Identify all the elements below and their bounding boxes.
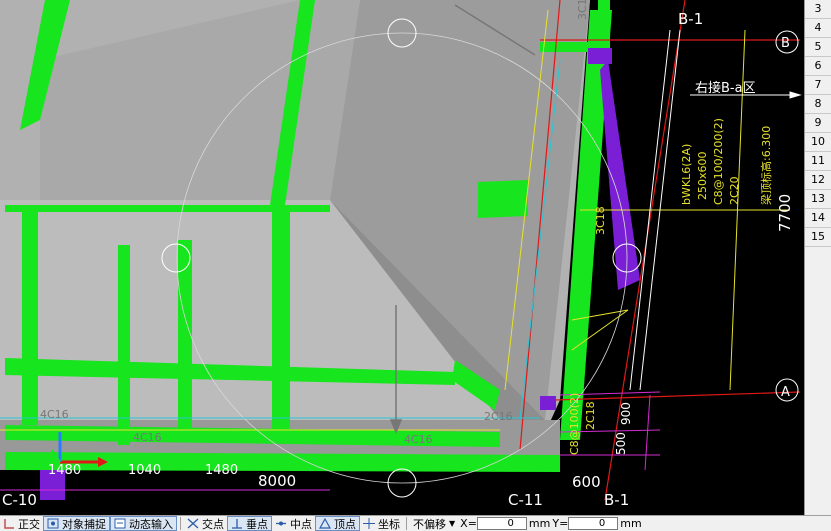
beam-label-4: 2C20	[728, 176, 741, 205]
midpoint-icon	[275, 518, 287, 529]
row-number[interactable]: 9	[805, 114, 831, 133]
axis-a-bubble: A	[781, 385, 790, 400]
midpoint-snap[interactable]: 中点	[272, 516, 315, 531]
y-unit: mm	[620, 517, 642, 530]
ortho-label: 正交	[18, 517, 40, 531]
dynamic-input-label: 动态输入	[129, 517, 173, 531]
dynamic-input-toggle[interactable]: 动态输入	[110, 516, 177, 531]
dim-1040: 1040	[128, 463, 161, 478]
x-coordinate-input[interactable]	[476, 517, 527, 530]
dim-900: 900	[619, 402, 633, 425]
object-snap-toggle[interactable]: 对象捕捉	[43, 516, 110, 531]
status-bar: 正交 对象捕捉 动态输入 交点 垂点 中点 顶点 坐标 不偏移 ▼ X= 0 m…	[0, 515, 831, 531]
rebar-3c18-top: 3C18	[576, 0, 589, 20]
rebar-3c18-mid: 3C18	[594, 206, 607, 235]
axis-b1-top: B-1	[678, 10, 703, 28]
row-number[interactable]: 8	[805, 95, 831, 114]
row-number[interactable]: 10	[805, 133, 831, 152]
row-number[interactable]: 7	[805, 76, 831, 95]
coordinate-icon	[363, 518, 375, 529]
rebar-4c16-a: 4C16	[40, 408, 69, 421]
rebar-2c18: 2C18	[584, 401, 597, 430]
y-coordinate-input[interactable]	[568, 517, 619, 530]
rebar-stirrup: C8@100(2)	[568, 393, 581, 455]
connect-note: 右接B-a区	[695, 80, 756, 96]
x-unit: mm	[528, 517, 551, 530]
dynamic-input-icon	[114, 518, 126, 529]
beam-label-1: bWKL6(2A)	[680, 144, 693, 205]
dim-8000: 8000	[258, 472, 296, 490]
perpendicular-icon	[231, 518, 243, 529]
row-number[interactable]: 11	[805, 152, 831, 171]
model-canvas[interactable]: B-1 B A B-1 C-11 C-10 右接B-a区 7700 8000 6…	[0, 0, 804, 515]
3d-model-viewport[interactable]: B-1 B A B-1 C-11 C-10 右接B-a区 7700 8000 6…	[0, 0, 804, 515]
vertex-label: 顶点	[334, 517, 356, 531]
cad-application: B-1 B A B-1 C-11 C-10 右接B-a区 7700 8000 6…	[0, 0, 831, 531]
row-number[interactable]: 14	[805, 209, 831, 228]
dim-500: 500	[614, 432, 628, 455]
coordinate-label: 坐标	[378, 517, 400, 531]
intersection-label: 交点	[202, 517, 224, 531]
row-number[interactable]: 13	[805, 190, 831, 209]
intersection-icon	[187, 518, 199, 529]
rebar-4c16-b: 4C16	[133, 431, 162, 444]
axis-b1-bottom: B-1	[604, 491, 629, 509]
ortho-icon	[3, 518, 15, 529]
vertex-icon	[318, 517, 332, 529]
beam-elevation: 梁顶标高:6.300	[759, 126, 773, 205]
offset-value: 不偏移	[413, 517, 446, 531]
perpendicular-label: 垂点	[246, 517, 268, 531]
dim-1480-a: 1480	[48, 463, 81, 478]
row-number[interactable]: 3	[805, 0, 831, 19]
vertex-snap[interactable]: 顶点	[315, 516, 360, 531]
row-number[interactable]: 15	[805, 228, 831, 247]
snap-label: 对象捕捉	[62, 517, 106, 531]
midpoint-label: 中点	[290, 517, 312, 531]
rebar-4c16-c: 4C16	[404, 433, 433, 446]
x-label: X=	[460, 517, 477, 530]
row-number[interactable]: 5	[805, 38, 831, 57]
row-number[interactable]: 12	[805, 171, 831, 190]
y-label: Y=	[552, 517, 569, 530]
divider	[180, 517, 181, 530]
dim-7700: 7700	[776, 194, 794, 232]
coordinate-snap[interactable]: 坐标	[360, 516, 403, 531]
dim-600: 600	[572, 473, 601, 491]
row-number-panel: 3 4 5 6 7 8 9 10 11 12 13 14 15	[804, 0, 831, 515]
ortho-toggle[interactable]: 正交	[0, 516, 43, 531]
beam-label-2: 250x600	[696, 151, 709, 200]
snap-icon	[47, 518, 59, 529]
dim-1480-b: 1480	[205, 463, 238, 478]
rebar-2c16: 2C16	[484, 410, 513, 423]
perpendicular-snap[interactable]: 垂点	[227, 516, 272, 531]
divider	[406, 517, 407, 530]
intersection-snap[interactable]: 交点	[184, 516, 227, 531]
axis-c10: C-10	[2, 491, 37, 509]
offset-dropdown[interactable]: 不偏移 ▼	[410, 516, 458, 531]
chevron-down-icon: ▼	[449, 519, 456, 528]
beam-label-3: C8@100/200(2)	[712, 118, 725, 205]
row-number[interactable]: 4	[805, 19, 831, 38]
axis-c11: C-11	[508, 491, 543, 509]
row-number[interactable]: 6	[805, 57, 831, 76]
axis-b-bubble: B	[781, 36, 790, 51]
